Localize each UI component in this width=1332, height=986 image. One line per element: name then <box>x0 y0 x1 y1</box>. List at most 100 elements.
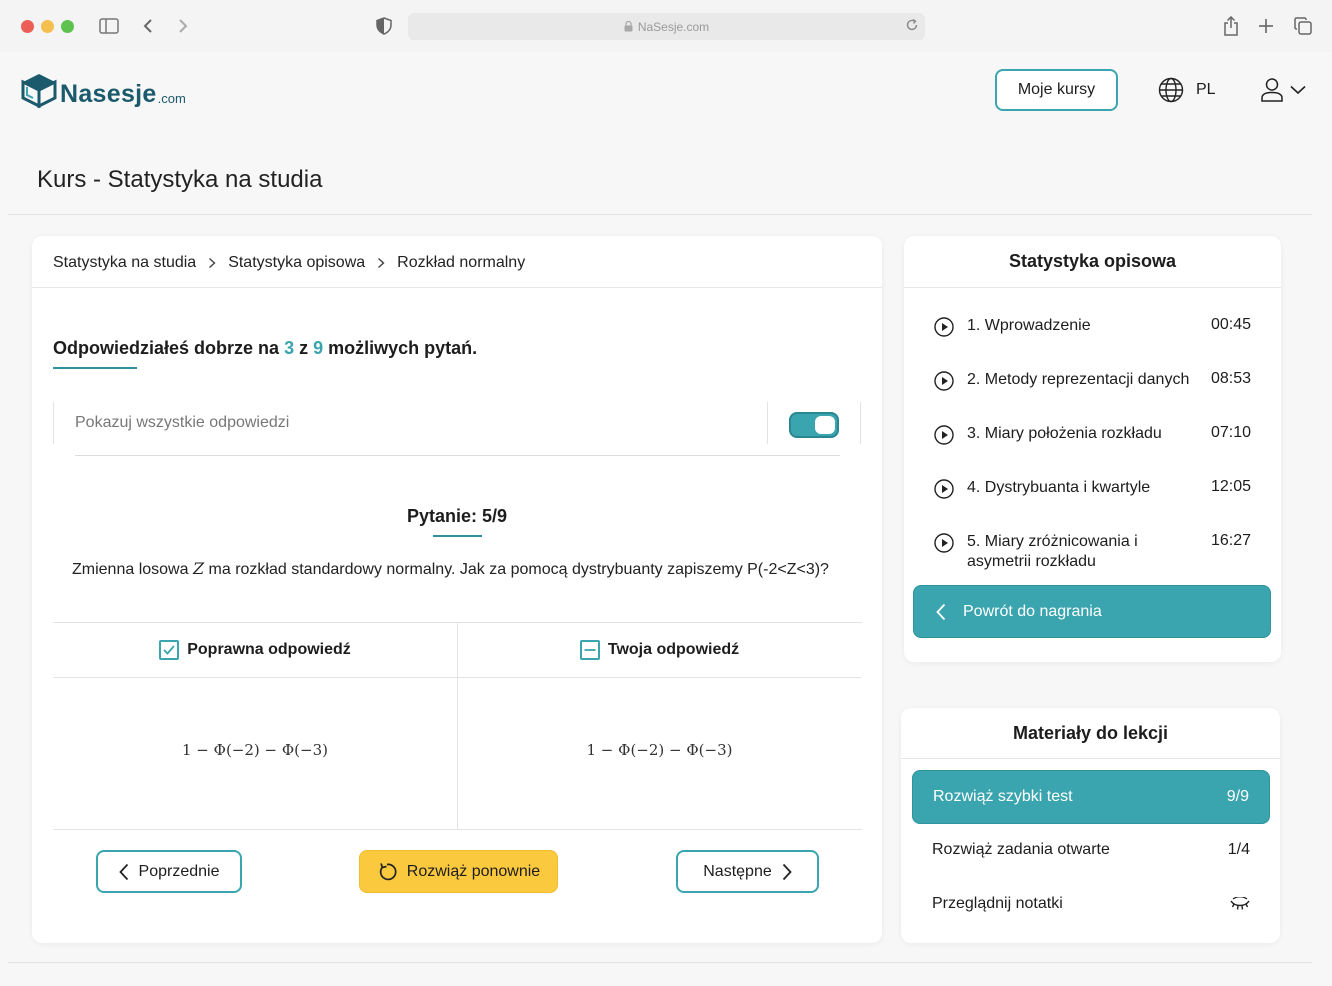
browser-toolbar: NaSesje.com <box>0 0 1332 52</box>
play-icon <box>934 479 954 504</box>
show-all-answers-toggle[interactable] <box>789 412 839 438</box>
underline <box>53 367 137 369</box>
your-answer-formula: 1 − Φ(−2) − Φ(−3) <box>586 741 733 759</box>
next-label: Następne <box>703 862 772 880</box>
toggle-knob <box>815 416 835 434</box>
result-summary: Odpowiedziałeś dobrze na 3 z 9 możliwych… <box>53 338 477 359</box>
back-arrow-icon[interactable] <box>136 14 160 38</box>
checkbox-checked-icon <box>159 640 180 660</box>
correct-answer-column: Poprawna odpowiedź 1 − Φ(−2) − Φ(−3) <box>53 623 457 830</box>
tabs-overview-icon[interactable] <box>1291 14 1315 38</box>
sidebar-toggle-icon[interactable] <box>97 14 121 38</box>
lessons-panel: Statystyka opisowa 1. Wprowadzenie 00:45… <box>904 236 1281 662</box>
retry-icon <box>377 862 397 882</box>
question-title: Pytanie: 5/9 <box>406 506 508 526</box>
back-to-video-label: Powrót do nagrania <box>963 602 1102 620</box>
question-variable: Z <box>192 559 205 578</box>
play-icon <box>934 371 954 396</box>
eye-closed-icon <box>1230 897 1250 911</box>
breadcrumb: Statystyka na studia Statystyka opisowa … <box>53 254 525 272</box>
result-prefix: Odpowiedziałeś dobrze na <box>53 338 280 358</box>
quick-test-score: 9/9 <box>1226 788 1249 805</box>
total-count: 9 <box>313 338 324 358</box>
divider <box>901 758 1280 759</box>
materials-title: Materiały do lekcji <box>1012 723 1169 743</box>
chevron-left-icon <box>118 863 129 881</box>
globe-icon <box>1158 77 1184 103</box>
your-answer-column: Twoja odpowiedź 1 − Φ(−2) − Φ(−3) <box>457 623 861 830</box>
chevron-right-icon <box>377 257 385 269</box>
breadcrumb-item-current[interactable]: Rozkład normalny <box>397 254 525 272</box>
lesson-duration: 00:45 <box>1210 316 1251 333</box>
play-icon <box>934 533 954 558</box>
quiz-result-card: Statystyka na studia Statystyka opisowa … <box>32 236 882 943</box>
window-maximize-button[interactable] <box>61 20 74 33</box>
next-button[interactable]: Następne <box>676 850 819 893</box>
open-exercises-item[interactable]: Rozwiąż zadania otwarte 1/4 <box>932 841 1250 859</box>
open-exercises-score: 1/4 <box>1227 841 1250 858</box>
underline <box>433 535 482 537</box>
result-suffix: możliwych pytań. <box>328 338 478 358</box>
shield-icon[interactable] <box>372 14 396 38</box>
correct-answer-header: Poprawna odpowiedź <box>53 623 457 678</box>
divider <box>767 402 768 444</box>
window-close-button[interactable] <box>21 20 34 33</box>
show-all-answers-label: Pokazuj wszystkie odpowiedzi <box>75 414 290 431</box>
retry-button[interactable]: Rozwiąż ponownie <box>359 850 558 893</box>
site-logo[interactable]: Nasesje .com <box>20 72 186 108</box>
your-answer-label: Twoja odpowiedź <box>607 641 740 658</box>
divider <box>8 962 1312 963</box>
logo-text: Nasesje <box>60 80 157 108</box>
divider <box>32 287 882 288</box>
lesson-duration: 08:53 <box>1210 370 1251 387</box>
logo-cube-icon <box>20 72 58 108</box>
lesson-duration: 07:10 <box>1210 424 1251 441</box>
materials-panel: Materiały do lekcji Rozwiąż szybki test … <box>901 708 1280 943</box>
my-courses-button[interactable]: Moje kursy <box>995 69 1118 111</box>
question-text: Zmienna losowa Z ma rozkład standardowy … <box>72 559 829 579</box>
answers-table: Poprawna odpowiedź 1 − Φ(−2) − Φ(−3) Two… <box>53 622 862 830</box>
lesson-name: 3. Miary położenia rozkładu <box>967 425 1162 442</box>
window-minimize-button[interactable] <box>41 20 54 33</box>
correct-answer-label: Poprawna odpowiedź <box>187 641 351 658</box>
play-icon <box>934 317 954 342</box>
divider <box>75 455 840 456</box>
lesson-name: 5. Miary zróżnicowania i asymetrii rozkł… <box>967 533 1138 570</box>
correct-answer-formula: 1 − Φ(−2) − Φ(−3) <box>182 741 328 759</box>
breadcrumb-item[interactable]: Statystyka na studia <box>53 254 196 272</box>
previous-button[interactable]: Poprzednie <box>96 850 242 893</box>
lesson-duration: 16:27 <box>1210 532 1251 549</box>
share-icon[interactable] <box>1219 14 1243 38</box>
lesson-name: 4. Dystrybuanta i kwartyle <box>967 479 1151 496</box>
result-middle: z <box>299 338 309 358</box>
divider <box>904 287 1281 288</box>
user-menu[interactable] <box>1260 76 1306 104</box>
address-bar[interactable]: NaSesje.com <box>408 13 925 40</box>
new-tab-icon[interactable] <box>1254 14 1278 38</box>
question-text-end: ma rozkład standardowy normalny. Jak za … <box>208 561 829 578</box>
forward-arrow-icon[interactable] <box>171 14 195 38</box>
language-label: PL <box>1196 81 1216 98</box>
divider <box>860 402 861 444</box>
back-to-video-button[interactable]: Powrót do nagrania <box>913 585 1271 638</box>
lesson-name: 1. Wprowadzenie <box>967 317 1091 334</box>
chevron-right-icon <box>208 257 216 269</box>
notes-label: Przeglądnij notatki <box>932 895 1063 912</box>
address-text: NaSesje.com <box>637 19 710 34</box>
logo-suffix: .com <box>157 91 186 106</box>
divider <box>8 214 1312 215</box>
page-title: Kurs - Statystyka na studia <box>37 166 323 193</box>
quick-test-button[interactable]: Rozwiąż szybki test 9/9 <box>912 770 1270 824</box>
notes-item[interactable]: Przeglądnij notatki <box>932 895 1250 913</box>
reload-icon[interactable] <box>905 18 919 35</box>
language-selector[interactable]: PL <box>1158 76 1216 104</box>
question-text-start: Zmienna losowa <box>72 561 189 578</box>
your-answer-header: Twoja odpowiedź <box>458 623 861 678</box>
play-icon <box>934 425 954 450</box>
lock-icon <box>624 21 633 32</box>
breadcrumb-item[interactable]: Statystyka opisowa <box>228 254 365 272</box>
open-exercises-label: Rozwiąż zadania otwarte <box>932 841 1110 858</box>
lessons-title: Statystyka opisowa <box>1008 251 1177 271</box>
lesson-name: 2. Metody reprezentacji danych <box>967 371 1190 388</box>
user-icon <box>1260 77 1284 103</box>
